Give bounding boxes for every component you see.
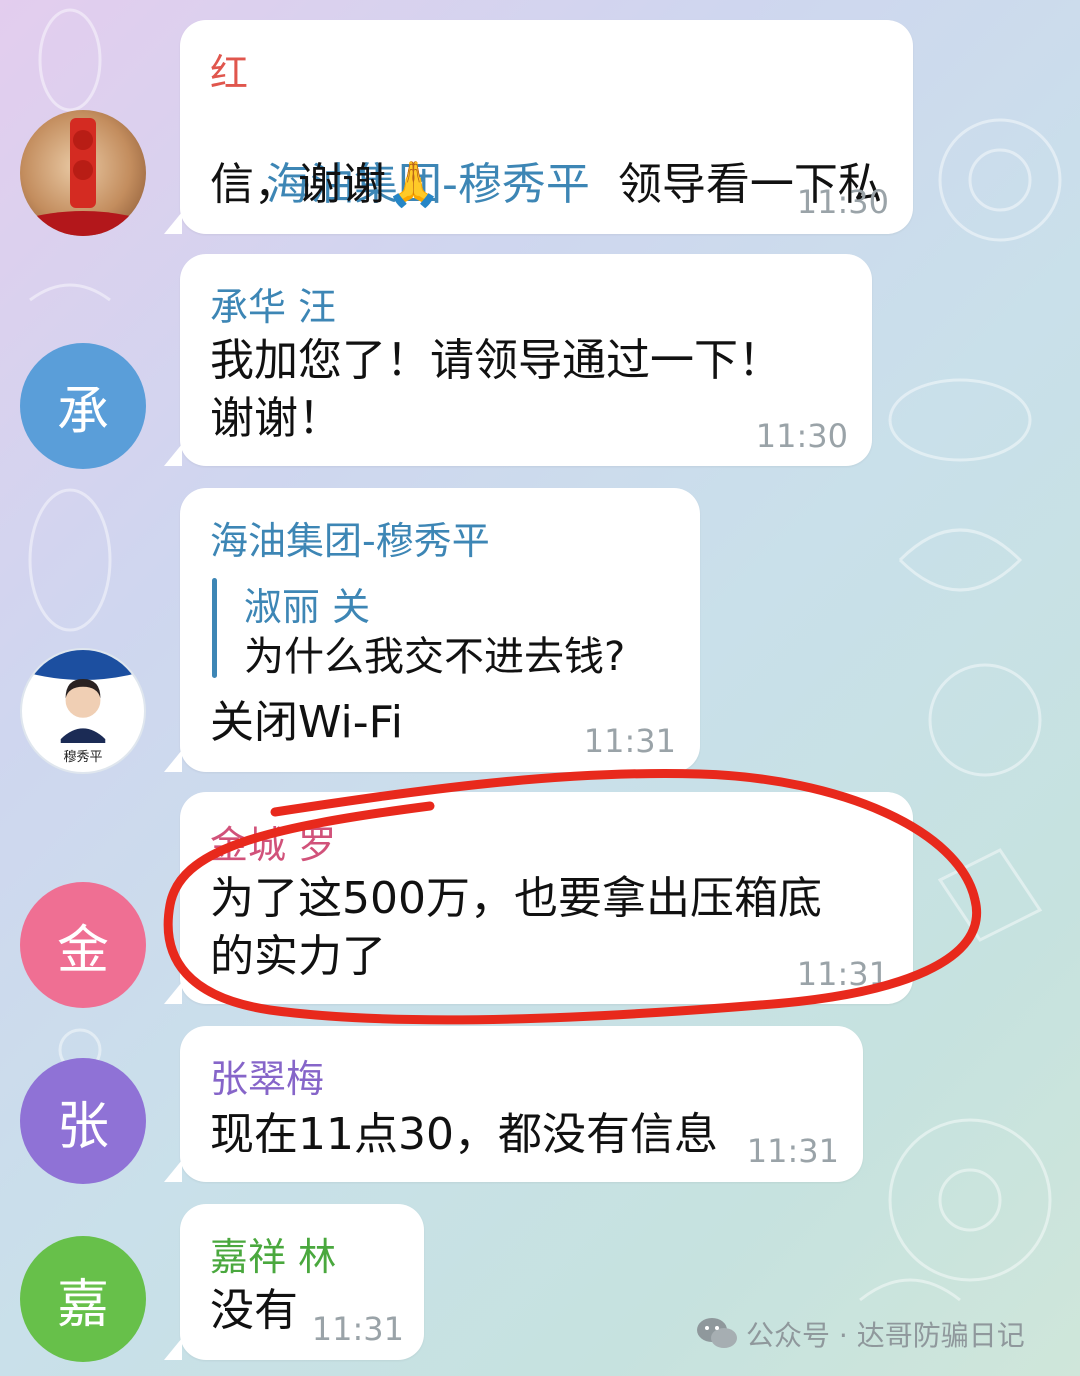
message-text: 我加您了！请领导通过一下！ 谢谢！: [210, 335, 782, 444]
sender-name[interactable]: 承华 汪: [210, 276, 336, 331]
sender-name[interactable]: 金城 罗: [210, 814, 336, 869]
avatar-initial[interactable]: 承: [20, 343, 146, 469]
message-time: 11:31: [746, 1132, 839, 1170]
watermark-text: 公众号 · 达哥防骗日记: [746, 1319, 1025, 1352]
message-bubble[interactable]: 海油集团-穆秀平 淑丽 关 为什么我交不进去钱? 关闭Wi-Fi 11:31: [164, 488, 700, 772]
avatar-initial[interactable]: 张: [20, 1058, 146, 1184]
avatar-initial[interactable]: 嘉: [20, 1236, 146, 1362]
avatar-photo[interactable]: [20, 110, 146, 236]
message-bubble[interactable]: 嘉祥 林 没有 11:31: [164, 1204, 424, 1360]
avatar-caption: 穆秀平: [63, 750, 103, 765]
sender-name[interactable]: 红: [210, 42, 248, 97]
sender-name[interactable]: 海油集团-穆秀平: [210, 510, 490, 565]
wechat-icon: [697, 1318, 737, 1348]
message-time: 11:30: [796, 183, 889, 221]
message-time: 11:31: [583, 722, 676, 760]
red-knot-charm-icon: [20, 118, 146, 236]
reply-quote-bar: [212, 578, 217, 678]
message-bubble[interactable]: 承华 汪 我加您了！请领导通过一下！ 谢谢！ 11:30: [164, 254, 872, 466]
message-bubble[interactable]: 金城 罗 为了这500万，也要拿出压箱底 的实力了 11:31: [164, 792, 913, 1004]
message-text-line: 信，谢谢🙏: [210, 159, 441, 210]
message-text: 现在11点30，都没有信息: [210, 1109, 718, 1160]
watermark: 公众号 · 达哥防骗日记: [696, 1314, 1025, 1354]
message-text: 为了这500万，也要拿出压箱底 的实力了: [210, 873, 822, 982]
message-time: 11:30: [755, 417, 848, 455]
reply-sender[interactable]: 淑丽 关: [244, 576, 370, 631]
message-time: 11:31: [311, 1310, 404, 1348]
message-bubble[interactable]: 张翠梅 现在11点30，都没有信息 11:31: [164, 1026, 863, 1182]
message-bubble[interactable]: 红 海油集团-穆秀平 领导看一下私 信，谢谢🙏 11:30: [164, 20, 913, 234]
avatar-initial[interactable]: 金: [20, 882, 146, 1008]
sender-name[interactable]: 张翠梅: [210, 1048, 324, 1103]
sender-name[interactable]: 嘉祥 林: [210, 1226, 336, 1281]
reply-text[interactable]: 为什么我交不进去钱?: [244, 628, 625, 686]
avatar-photo[interactable]: 穆秀平: [20, 648, 146, 774]
message-time: 11:31: [796, 955, 889, 993]
message-text: 关闭Wi-Fi: [210, 697, 403, 748]
message-text: 没有: [210, 1285, 298, 1336]
